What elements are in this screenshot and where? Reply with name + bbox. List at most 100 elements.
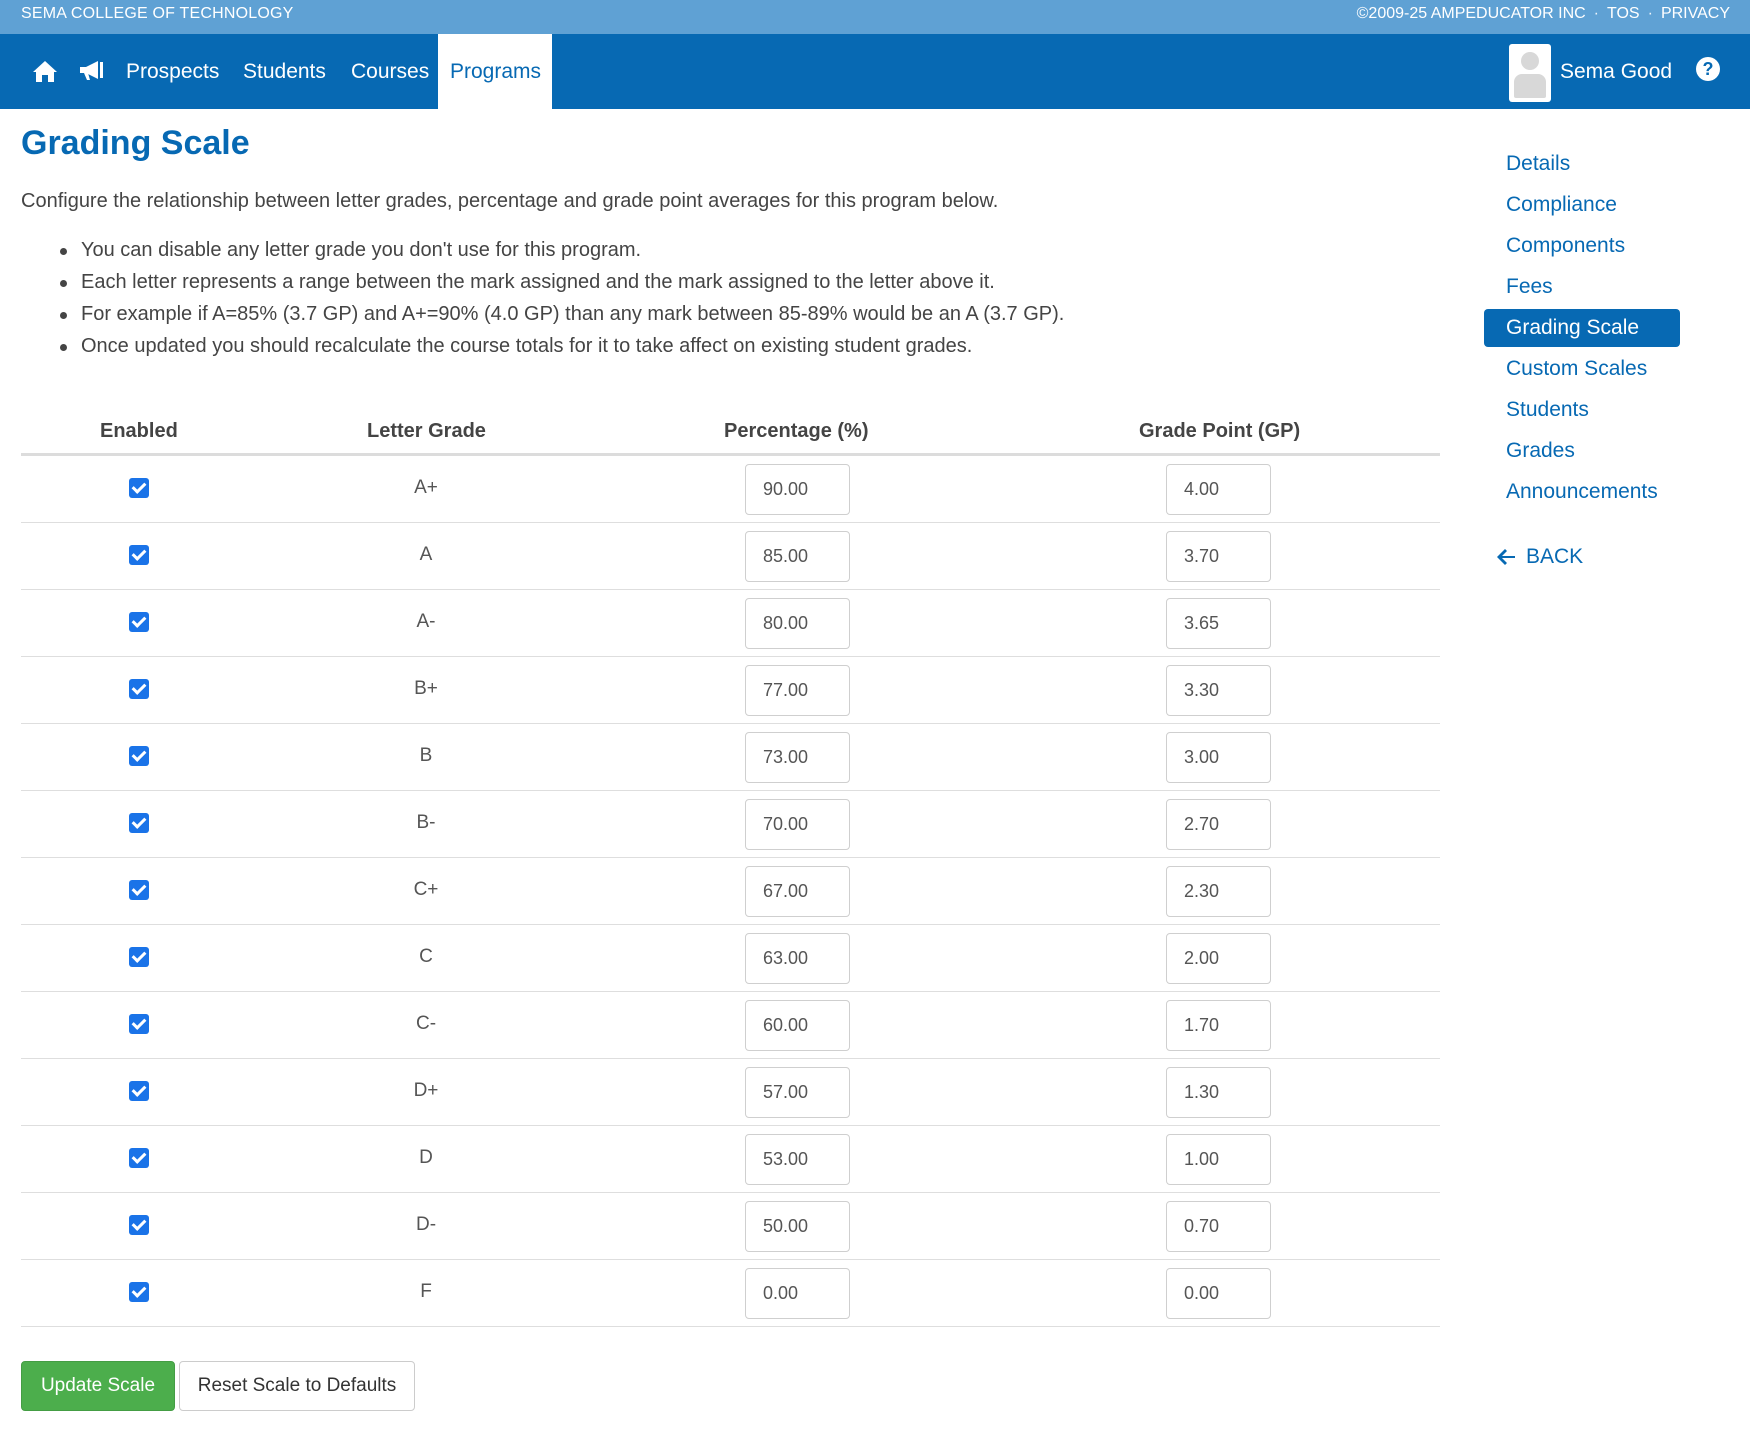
top-strip: SEMA COLLEGE OF TECHNOLOGY ©2009-25 AMPE… [0, 0, 1750, 34]
tos-link[interactable]: TOS [1607, 5, 1640, 23]
page-title: Grading Scale [21, 124, 250, 162]
nav-programs[interactable]: Programs [438, 34, 552, 109]
program-sidebar: Details Compliance Components Fees Gradi… [1484, 145, 1680, 514]
nav-courses[interactable]: Courses [351, 34, 429, 109]
back-link[interactable]: BACK [1496, 545, 1583, 569]
sidebar-item-fees[interactable]: Fees [1484, 268, 1680, 306]
grading-scale-table: Enabled Letter Grade Percentage (%) Grad… [21, 410, 1440, 1327]
sidebar-item-grading-scale[interactable]: Grading Scale [1484, 309, 1680, 347]
letter-grade: D- [415, 1214, 437, 1235]
table-row: B+ [21, 657, 1440, 724]
table-row: D [21, 1126, 1440, 1193]
nav-prospects[interactable]: Prospects [126, 34, 219, 109]
grade-point-input[interactable] [1166, 866, 1271, 917]
letter-grade: C [419, 946, 433, 967]
grade-point-input[interactable] [1166, 799, 1271, 850]
table-row: F [21, 1260, 1440, 1327]
table-row: A- [21, 590, 1440, 657]
percentage-input[interactable] [745, 866, 850, 917]
header-percentage: Percentage (%) [724, 420, 869, 442]
update-scale-button[interactable]: Update Scale [21, 1361, 175, 1411]
privacy-link[interactable]: PRIVACY [1661, 5, 1730, 23]
enabled-checkbox[interactable] [129, 612, 149, 632]
sidebar-item-announcements[interactable]: Announcements [1484, 473, 1680, 511]
header-grade-point: Grade Point (GP) [1139, 420, 1301, 442]
percentage-input[interactable] [745, 799, 850, 850]
enabled-checkbox[interactable] [129, 1014, 149, 1034]
help-icon[interactable]: ? [1696, 57, 1720, 81]
grade-point-input[interactable] [1166, 531, 1271, 582]
user-avatar-icon[interactable] [1509, 44, 1551, 102]
enabled-checkbox[interactable] [129, 545, 149, 565]
enabled-checkbox[interactable] [129, 1148, 149, 1168]
school-name: SEMA COLLEGE OF TECHNOLOGY [21, 5, 294, 22]
percentage-input[interactable] [745, 933, 850, 984]
user-name[interactable]: Sema Good [1560, 34, 1672, 109]
grade-point-input[interactable] [1166, 933, 1271, 984]
grade-point-input[interactable] [1166, 1201, 1271, 1252]
enabled-checkbox[interactable] [129, 1215, 149, 1235]
table-row: B [21, 724, 1440, 791]
letter-grade: A [419, 544, 433, 565]
letter-grade: C- [415, 1013, 437, 1034]
enabled-checkbox[interactable] [129, 1081, 149, 1101]
letter-grade: C+ [413, 879, 439, 900]
grade-point-input[interactable] [1166, 598, 1271, 649]
percentage-input[interactable] [745, 464, 850, 515]
sidebar-item-compliance[interactable]: Compliance [1484, 186, 1680, 224]
instructions-list: You can disable any letter grade you don… [58, 234, 1064, 362]
table-row: B- [21, 791, 1440, 858]
sidebar-item-details[interactable]: Details [1484, 145, 1680, 183]
back-arrow-icon [1497, 549, 1515, 565]
grade-point-input[interactable] [1166, 1000, 1271, 1051]
enabled-checkbox[interactable] [129, 813, 149, 833]
enabled-checkbox[interactable] [129, 478, 149, 498]
table-row: D- [21, 1193, 1440, 1260]
header-enabled: Enabled [100, 420, 178, 442]
back-label: BACK [1526, 545, 1584, 568]
sidebar-item-components[interactable]: Components [1484, 227, 1680, 265]
copyright-text: ©2009-25 AMPEDUCATOR INC [1356, 5, 1586, 22]
enabled-checkbox[interactable] [129, 746, 149, 766]
percentage-input[interactable] [745, 598, 850, 649]
separator: · [1647, 5, 1653, 22]
sidebar-item-custom-scales[interactable]: Custom Scales [1484, 350, 1680, 388]
letter-grade: B [419, 745, 433, 766]
sidebar-item-grades[interactable]: Grades [1484, 432, 1680, 470]
list-item: You can disable any letter grade you don… [58, 234, 1064, 266]
reset-scale-button[interactable]: Reset Scale to Defaults [179, 1361, 415, 1411]
enabled-checkbox[interactable] [129, 880, 149, 900]
separator: · [1593, 5, 1599, 22]
letter-grade: B- [416, 812, 436, 833]
nav-students[interactable]: Students [243, 34, 326, 109]
letter-grade: A+ [414, 477, 438, 498]
grade-point-input[interactable] [1166, 464, 1271, 515]
letter-grade: F [420, 1281, 432, 1302]
top-strip-links: ©2009-25 AMPEDUCATOR INC · TOS · PRIVACY [1357, 5, 1730, 23]
percentage-input[interactable] [745, 1268, 850, 1319]
percentage-input[interactable] [745, 1134, 850, 1185]
home-icon[interactable] [28, 54, 62, 88]
enabled-checkbox[interactable] [129, 679, 149, 699]
grade-point-input[interactable] [1166, 1067, 1271, 1118]
grade-point-input[interactable] [1166, 1134, 1271, 1185]
percentage-input[interactable] [745, 732, 850, 783]
list-item: Each letter represents a range between t… [58, 266, 1064, 298]
percentage-input[interactable] [745, 1000, 850, 1051]
enabled-checkbox[interactable] [129, 1282, 149, 1302]
list-item: For example if A=85% (3.7 GP) and A+=90%… [58, 298, 1064, 330]
table-header: Enabled Letter Grade Percentage (%) Grad… [21, 410, 1440, 456]
percentage-input[interactable] [745, 665, 850, 716]
table-row: A [21, 523, 1440, 590]
grade-point-input[interactable] [1166, 665, 1271, 716]
header-letter-grade: Letter Grade [367, 420, 486, 442]
enabled-checkbox[interactable] [129, 947, 149, 967]
percentage-input[interactable] [745, 1067, 850, 1118]
grade-point-input[interactable] [1166, 732, 1271, 783]
sidebar-item-students[interactable]: Students [1484, 391, 1680, 429]
letter-grade: D [419, 1147, 433, 1168]
percentage-input[interactable] [745, 1201, 850, 1252]
percentage-input[interactable] [745, 531, 850, 582]
grade-point-input[interactable] [1166, 1268, 1271, 1319]
megaphone-icon[interactable] [74, 54, 108, 88]
